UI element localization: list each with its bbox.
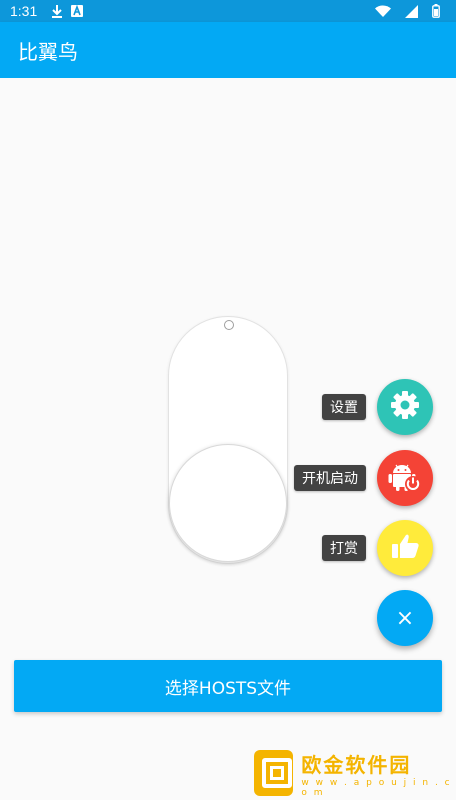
status-time: 1:31 — [10, 3, 38, 19]
close-icon: × — [395, 605, 415, 631]
watermark: 欧金软件园 w w w . a p o u j i n . c o m — [254, 748, 454, 798]
switch-knob[interactable] — [169, 444, 287, 562]
watermark-logo — [254, 750, 294, 796]
select-hosts-file-button[interactable]: 选择HOSTS文件 — [14, 660, 442, 712]
battery-icon — [432, 4, 440, 18]
close-fab[interactable]: × — [377, 590, 433, 646]
app-title: 比翼鸟 — [18, 39, 78, 64]
settings-fab[interactable] — [377, 379, 433, 435]
android-power-icon — [387, 458, 423, 498]
download-icon — [51, 4, 63, 18]
donate-fab[interactable] — [377, 520, 433, 576]
thumbs-up-icon — [390, 531, 420, 565]
gear-icon — [388, 388, 422, 426]
watermark-url: w w w . a p o u j i n . c o m — [301, 777, 452, 798]
watermark-title: 欧金软件园 — [301, 752, 412, 777]
fab-label-startup[interactable]: 开机启动 — [294, 465, 366, 491]
switch-hole — [224, 320, 234, 330]
startup-fab[interactable] — [377, 450, 433, 506]
fab-label-donate[interactable]: 打赏 — [322, 535, 366, 561]
status-bar: 1:31 — [0, 0, 456, 22]
fab-label-settings[interactable]: 设置 — [322, 394, 366, 420]
wifi-icon — [375, 5, 391, 17]
app-bar: 比翼鸟 — [0, 22, 456, 78]
signal-icon — [405, 4, 418, 18]
a-notification-icon — [71, 5, 84, 17]
